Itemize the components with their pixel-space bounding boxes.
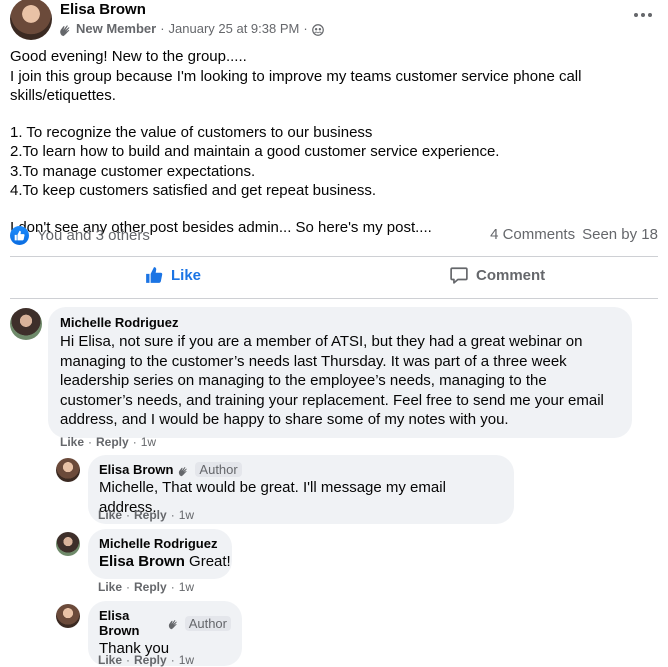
author-badge: Author [195,462,242,477]
author-badge: Author [184,615,231,631]
globe-group-icon[interactable] [311,21,324,36]
replier-name-row: Elisa Brown Author [99,608,231,638]
divider [10,256,658,257]
like-thumb-icon [145,266,163,284]
comment-button-label: Comment [476,266,546,284]
comment-time[interactable]: 1w [141,435,156,449]
reply-text-row: Elisa Brown Great! [99,552,231,572]
post-meta: New Member · January 25 at 9:38 PM · [58,21,324,37]
comment-text: Hi Elisa, not sure if you are a member o… [60,333,604,428]
reactions-summary[interactable]: You and 3 others [10,226,150,245]
reply-bubble: Michelle Rodriguez Elisa Brown Great! [88,529,232,579]
meta-separator: · [160,21,165,37]
comment-reply-link[interactable]: Reply [96,435,129,449]
reply-like-link[interactable]: Like [98,580,122,594]
like-button-label: Like [171,266,202,284]
goal-item: 3.To manage customer expectations. [10,162,256,180]
mention-link[interactable]: Elisa Brown [99,553,185,570]
comment-icon [450,266,468,284]
reply-actions: Like · Reply · 1w [98,508,195,522]
replier-name[interactable]: Michelle Rodriguez [99,536,221,551]
comment-button[interactable]: Comment [450,266,545,284]
like-button[interactable]: Like [145,266,201,284]
post-timestamp[interactable]: January 25 at 9:38 PM [169,21,300,36]
reply-text: Great! [189,553,231,570]
post-author-name[interactable]: Elisa Brown [60,1,146,18]
reply-reply-link[interactable]: Reply [134,653,167,667]
replier-name[interactable]: Elisa Brown [99,608,163,638]
replier-name[interactable]: Elisa Brown [99,462,173,477]
comments-count[interactable]: 4 Comments [490,226,575,243]
wave-icon [58,21,72,37]
wave-icon [177,462,189,477]
reply-actions: Like · Reply · 1w [98,653,195,667]
post-intro: I join this group because I'm looking to… [10,67,582,105]
goal-item: 2.To learn how to build and maintain a g… [10,143,500,160]
wave-icon [167,616,179,631]
replier-name-row: Elisa Brown Author [99,462,503,477]
reply-time[interactable]: 1w [179,580,194,594]
reactions-text[interactable]: You and 3 others [37,227,150,244]
member-badge[interactable]: New Member [76,21,156,36]
author-avatar[interactable] [10,0,52,40]
divider [10,298,658,299]
like-reaction-icon [10,226,29,245]
post-greeting: Good evening! New to the group..... [10,48,247,65]
replier-avatar[interactable] [56,604,80,628]
reply-reply-link[interactable]: Reply [134,508,167,522]
reply-like-link[interactable]: Like [98,653,122,667]
post-stats: 4 Comments Seen by 18 [490,226,658,243]
reply-time[interactable]: 1w [179,508,194,522]
goal-item: 4.To keep customers satisfied and get re… [10,182,377,199]
goal-item: 1. To recognize the value of customers t… [10,123,373,141]
replier-avatar[interactable] [56,532,80,556]
comment-like-link[interactable]: Like [60,435,84,449]
comment-bubble: Michelle Rodriguez Hi Elisa, not sure if… [48,307,632,438]
meta-separator-2: · [303,21,308,37]
reply-time[interactable]: 1w [179,653,194,667]
reply-actions: Like · Reply · 1w [98,580,195,594]
more-options-icon[interactable] [634,10,654,20]
replier-avatar[interactable] [56,458,80,482]
comment-actions: Like · Reply · 1w [60,435,157,449]
reply-like-link[interactable]: Like [98,508,122,522]
post-body: Good evening! New to the group..... I jo… [10,47,660,237]
commenter-name[interactable]: Michelle Rodriguez [60,315,620,330]
seen-count[interactable]: Seen by 18 [582,226,658,243]
reply-reply-link[interactable]: Reply [134,580,167,594]
commenter-avatar[interactable] [10,308,42,340]
